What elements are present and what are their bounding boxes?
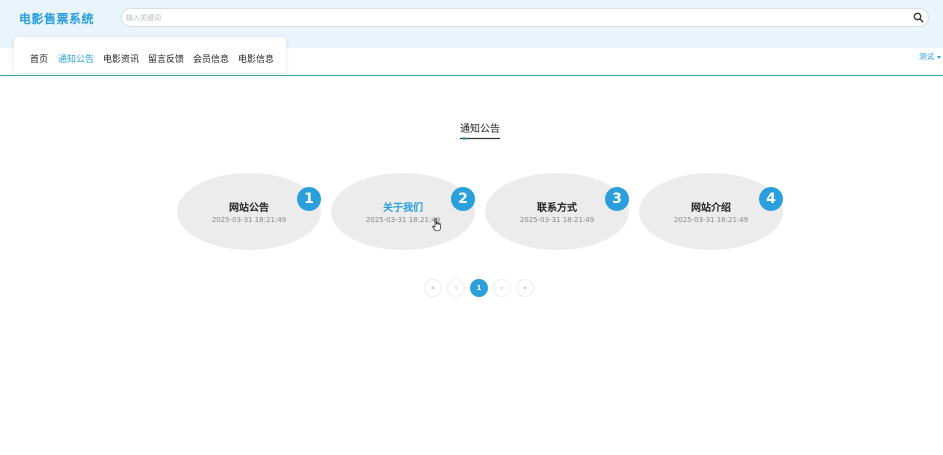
main-nav: 首页 通知公告 电影资讯 留言反馈 会员信息 电影信息: [14, 37, 286, 73]
notice-card[interactable]: 网站介绍 2025-03-31 18:21:49 4: [639, 173, 783, 250]
last-page-button[interactable]: »: [516, 279, 534, 297]
first-page-button[interactable]: «: [424, 279, 442, 297]
notice-number-badge: 3: [605, 187, 629, 211]
user-menu[interactable]: 测试: [919, 51, 941, 62]
notice-number-badge: 2: [451, 187, 475, 211]
search-icon[interactable]: [912, 11, 925, 24]
nav-item-movies[interactable]: 电影信息: [238, 52, 274, 65]
notice-card[interactable]: 关于我们 2025-03-31 18:21:49 2: [331, 173, 475, 250]
prev-page-button[interactable]: ‹: [447, 279, 465, 297]
notice-card[interactable]: 网站公告 2025-03-31 18:21:49 1: [177, 173, 321, 250]
nav-item-notices[interactable]: 通知公告: [58, 52, 94, 65]
notice-date: 2025-03-31 18:21:49: [519, 216, 595, 224]
notice-date: 2025-03-31 18:21:49: [365, 216, 441, 224]
nav-item-members[interactable]: 会员信息: [193, 52, 229, 65]
next-page-button[interactable]: ›: [493, 279, 511, 297]
caret-down-icon: [937, 55, 941, 59]
search-box: [121, 8, 929, 27]
user-name: 测试: [919, 52, 934, 61]
notice-date: 2025-03-31 18:21:49: [211, 216, 287, 224]
notice-card[interactable]: 联系方式 2025-03-31 18:21:49 3: [485, 173, 629, 250]
notice-date: 2025-03-31 18:21:49: [673, 216, 749, 224]
notice-number-badge: 1: [297, 187, 321, 211]
notice-number-badge: 4: [759, 187, 783, 211]
search-input[interactable]: [126, 10, 906, 25]
hand-cursor-icon: [432, 218, 441, 232]
section-title: 通知公告: [460, 124, 500, 135]
nav-divider: [0, 75, 943, 76]
title-underline: [460, 137, 500, 140]
nav-item-feedback[interactable]: 留言反馈: [148, 52, 184, 65]
site-brand[interactable]: 电影售票系统: [19, 10, 94, 27]
nav-item-movie-news[interactable]: 电影资讯: [103, 52, 139, 65]
current-page-button[interactable]: 1: [470, 279, 488, 297]
nav-item-home[interactable]: 首页: [30, 52, 48, 65]
